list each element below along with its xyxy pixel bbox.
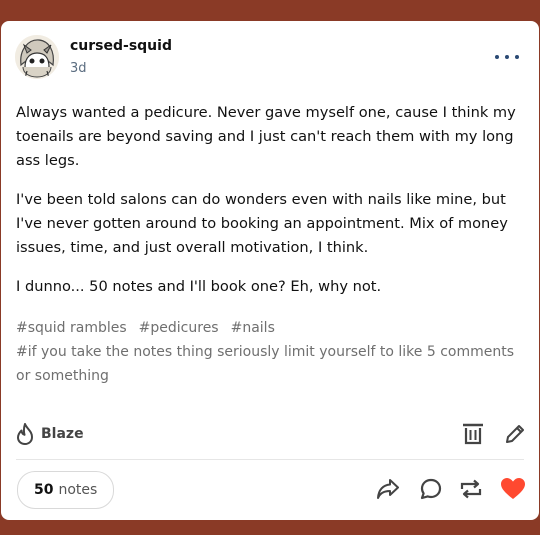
timestamp[interactable]: 3d: [70, 61, 87, 76]
username[interactable]: cursed-squid: [70, 38, 172, 54]
notes-label: notes: [58, 482, 98, 498]
tag-link[interactable]: #squid rambles: [16, 320, 127, 336]
tag-link[interactable]: #if you take the notes thing seriously l…: [16, 344, 514, 384]
post-body: Always wanted a pedicure. Never gave mys…: [16, 101, 526, 314]
like-button[interactable]: [500, 477, 526, 501]
notes-count: 50: [34, 482, 54, 498]
blaze-button[interactable]: Blaze: [15, 422, 84, 446]
reblog-button[interactable]: [458, 477, 484, 501]
more-dots-icon: [495, 55, 499, 59]
heart-icon: [501, 478, 525, 499]
avatar[interactable]: [15, 35, 59, 79]
post-card: cursed-squid 3d Always wanted a pedicure…: [1, 21, 539, 520]
more-options-button[interactable]: [495, 49, 519, 65]
pencil-icon: [506, 425, 524, 443]
share-button[interactable]: [375, 477, 401, 501]
notes-button[interactable]: 50 notes: [17, 471, 115, 509]
tag-link[interactable]: #nails: [231, 320, 275, 336]
tag-link[interactable]: #pedicures: [139, 320, 219, 336]
post-paragraph: Always wanted a pedicure. Never gave mys…: [16, 104, 516, 169]
speech-bubble-icon: [420, 478, 442, 500]
edit-button[interactable]: [503, 421, 527, 447]
post-paragraph: I've been told salons can do wonders eve…: [16, 191, 508, 256]
post-tags: #squid rambles #pedicures #nails #if you t…: [16, 316, 526, 388]
avatar-image: [15, 35, 59, 79]
share-arrow-icon: [377, 479, 399, 499]
delete-button[interactable]: [461, 421, 485, 447]
post-paragraph: I dunno... 50 notes and I'll book one? E…: [16, 278, 382, 295]
trash-icon: [463, 423, 483, 445]
reply-button[interactable]: [418, 477, 444, 501]
flame-icon: [17, 423, 33, 445]
reblog-icon: [460, 479, 482, 499]
divider: [16, 459, 524, 460]
blaze-label: Blaze: [41, 426, 84, 442]
